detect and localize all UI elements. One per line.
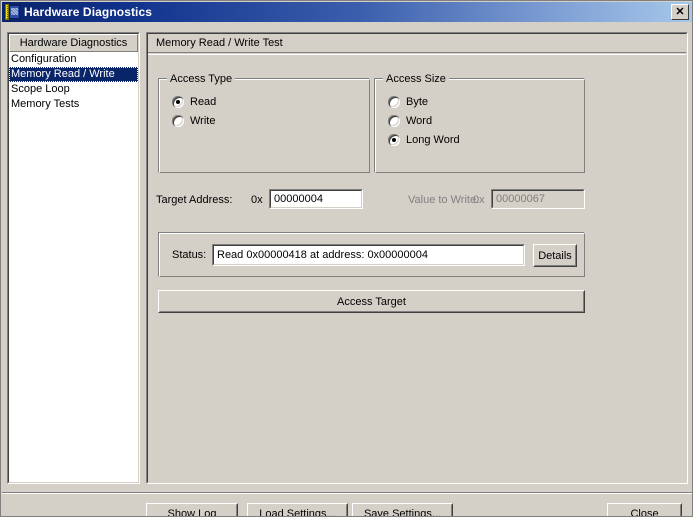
radio-word-icon: [388, 115, 400, 127]
status-groupbox: Status: Read 0x00000418 at address: 0x00…: [158, 232, 585, 277]
radio-long-word-label: Long Word: [406, 134, 460, 146]
value-to-write-input: 00000067: [491, 189, 585, 209]
footer-separator: [2, 492, 692, 494]
radio-long-word[interactable]: Long Word: [388, 134, 460, 146]
radio-byte-label: Byte: [406, 96, 429, 108]
radio-write-icon: [172, 115, 184, 127]
window-title-bar[interactable]: Hardware Diagnostics ✕: [2, 2, 692, 22]
access-target-button[interactable]: Access Target: [158, 290, 585, 313]
diagnostics-list[interactable]: Configuration Memory Read / Write Scope …: [9, 52, 138, 112]
radio-word-label: Word: [406, 115, 433, 127]
diagnostics-list-header: Hardware Diagnostics: [9, 34, 138, 52]
radio-write-label: Write: [190, 115, 216, 127]
sidebar-item-configuration[interactable]: Configuration: [9, 52, 138, 67]
close-icon[interactable]: ✕: [671, 4, 689, 20]
status-label: Status:: [172, 249, 207, 261]
target-address-prefix: 0x: [251, 194, 263, 206]
load-settings-button[interactable]: Load Settings...: [247, 503, 348, 516]
value-to-write-value: 00000067: [492, 190, 584, 208]
radio-byte-icon: [388, 96, 400, 108]
window-client-area: Hardware Diagnostics Configuration Memor…: [2, 22, 692, 516]
sidebar-item-scope-loop[interactable]: Scope Loop: [9, 82, 138, 97]
status-output[interactable]: Read 0x00000418 at address: 0x00000004: [212, 244, 525, 266]
radio-word[interactable]: Word: [388, 115, 432, 127]
radio-read[interactable]: Read: [172, 96, 216, 108]
save-settings-button[interactable]: Save Settings...: [352, 503, 453, 516]
memory-read-write-panel: Memory Read / Write Test Access Type Rea…: [146, 32, 688, 484]
radio-write[interactable]: Write: [172, 115, 215, 127]
diagnostics-list-panel: Hardware Diagnostics Configuration Memor…: [7, 32, 140, 484]
hardware-diagnostics-window: Hardware Diagnostics ✕ Hardware Diagnost…: [0, 0, 693, 517]
panel-body: Access Type Read Write Access Size Byte …: [148, 54, 686, 482]
value-to-write-prefix: 0x: [473, 194, 485, 206]
close-button[interactable]: Close: [607, 503, 682, 516]
radio-byte[interactable]: Byte: [388, 96, 428, 108]
radio-read-label: Read: [190, 96, 217, 108]
value-to-write-label: Value to Write:: [408, 194, 480, 206]
sidebar-item-memory-read-write[interactable]: Memory Read / Write: [9, 67, 138, 82]
radio-long-word-icon: [388, 134, 400, 146]
radio-read-icon: [172, 96, 184, 108]
details-button[interactable]: Details: [533, 244, 577, 267]
sidebar-item-memory-tests[interactable]: Memory Tests: [9, 97, 138, 112]
target-address-input[interactable]: 00000004: [269, 189, 363, 209]
access-size-groupbox: Access Size Byte Word Long Word: [374, 73, 585, 173]
target-address-label: Target Address:: [156, 194, 233, 206]
panel-title: Memory Read / Write Test: [148, 34, 686, 53]
access-type-groupbox: Access Type Read Write: [158, 73, 370, 173]
target-address-value: 00000004: [270, 190, 362, 208]
window-title: Hardware Diagnostics: [24, 5, 153, 19]
show-log-button[interactable]: Show Log: [146, 503, 238, 516]
film-document-icon: [5, 4, 21, 20]
status-text: Read 0x00000418 at address: 0x00000004: [213, 245, 524, 265]
